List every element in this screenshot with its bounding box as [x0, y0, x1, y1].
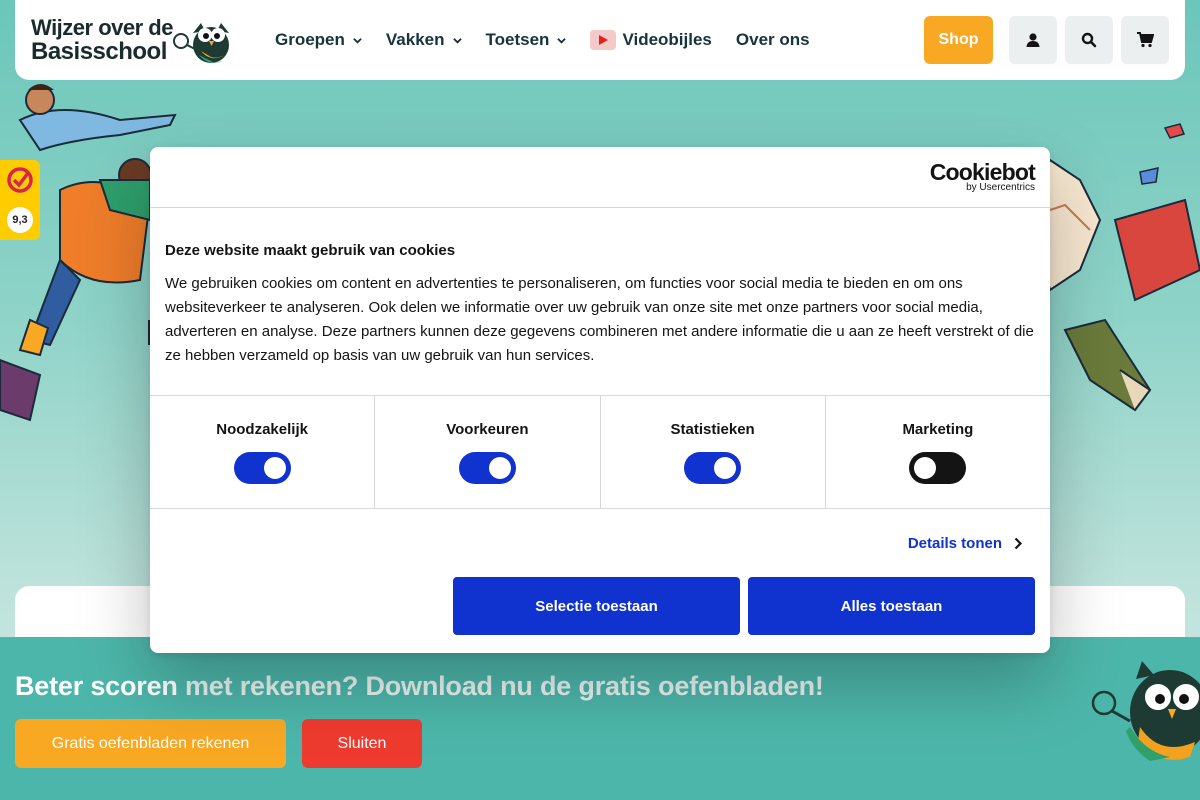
youtube-play-icon — [590, 30, 617, 50]
toggle-knob — [914, 457, 937, 479]
necessary-toggle[interactable] — [233, 452, 291, 484]
category-marketing: Marketing — [826, 396, 1050, 508]
cookiebot-brand: Cookiebot — [929, 159, 1036, 185]
nav-item-vakken[interactable]: Vakken — [386, 30, 462, 50]
category-necessary: Noodzakelijk — [150, 396, 376, 508]
chevron-down-icon — [452, 37, 462, 44]
promo-title-rest: met rekenen? Download nu de gratis oefen… — [177, 671, 824, 701]
nav-label: Videobijles — [622, 30, 712, 49]
nav-label: Groepen — [275, 30, 345, 49]
category-preferences: Voorkeuren — [375, 396, 601, 508]
show-details-link[interactable]: Details tonen — [908, 535, 1022, 552]
cookie-dialog-header: Cookiebot by Usercentrics — [150, 147, 1050, 208]
rating-score-value: 9,3 — [7, 207, 33, 233]
user-icon — [1026, 33, 1040, 47]
nav-label: Toetsen — [485, 30, 550, 49]
search-button[interactable] — [1065, 16, 1113, 64]
category-statistics: Statistieken — [601, 396, 826, 508]
cart-icon — [1137, 32, 1154, 48]
cookie-dialog-body: Deze website maakt gebruik van cookies W… — [150, 208, 1050, 396]
statistics-toggle[interactable] — [684, 452, 742, 484]
promo-title: Beter scoren met rekenen? Download nu de… — [15, 671, 824, 702]
cookie-category-toggles: Noodzakelijk Voorkeuren Statistieken Mar… — [150, 396, 1050, 509]
close-promo-button[interactable]: Sluiten — [302, 719, 422, 768]
chevron-down-icon — [353, 37, 362, 44]
promo-bar: Beter scoren met rekenen? Download nu de… — [0, 637, 1200, 800]
allow-selection-button[interactable]: Selectie toestaan — [453, 577, 740, 635]
download-worksheets-button[interactable]: Gratis oefenbladen rekenen — [15, 719, 286, 768]
nav-item-groepen[interactable]: Groepen — [275, 30, 362, 50]
category-label: Voorkeuren — [446, 421, 529, 438]
site-header: Wijzer over de Basisschool Groepen Vakke… — [15, 0, 1185, 80]
shop-button[interactable]: Shop — [924, 16, 993, 64]
category-label: Noodzakelijk — [216, 421, 308, 438]
show-details-label: Details tonen — [907, 534, 1002, 552]
details-row: Details tonen — [150, 509, 1050, 577]
cart-button[interactable] — [1121, 16, 1169, 64]
toggle-knob — [714, 457, 737, 479]
main-nav: Groepen Vakken Toetsen Videobijles Over … — [275, 30, 834, 50]
toggle-knob — [263, 457, 286, 479]
toggle-knob — [488, 457, 511, 479]
owl-logo-icon — [172, 23, 229, 63]
site-logo[interactable]: Wijzer over de Basisschool — [31, 15, 271, 65]
category-label: Statistieken — [670, 421, 755, 438]
rating-check-icon — [0, 160, 40, 200]
kiyoh-rating-widget[interactable]: 9,3 — [0, 160, 40, 240]
owl-mascot-icon — [1091, 661, 1200, 761]
account-button[interactable] — [1009, 16, 1057, 64]
marketing-toggle[interactable] — [909, 452, 967, 484]
cookiebot-logo[interactable]: Cookiebot by Usercentrics — [929, 159, 1036, 193]
logo-line-1: Wijzer over de — [31, 15, 173, 40]
cookie-heading: Deze website maakt gebruik van cookies — [165, 242, 456, 259]
category-label: Marketing — [902, 421, 974, 438]
logo-text: Wijzer over de Basisschool — [31, 16, 173, 64]
nav-item-over-ons[interactable]: Over ons — [736, 30, 810, 50]
search-icon — [1081, 32, 1097, 48]
nav-item-videobijles[interactable]: Videobijles — [590, 30, 712, 50]
rating-score: 9,3 — [0, 200, 40, 240]
cookie-action-buttons: Selectie toestaan Alles toestaan — [150, 577, 1050, 635]
chevron-right-icon — [1014, 537, 1022, 549]
promo-title-start: Beter scoren — [15, 671, 178, 701]
nav-label: Over ons — [735, 30, 810, 49]
logo-line-2: Basisschool — [31, 38, 167, 65]
nav-label: Vakken — [385, 30, 445, 49]
nav-item-toetsen[interactable]: Toetsen — [486, 30, 567, 50]
allow-all-button[interactable]: Alles toestaan — [748, 577, 1035, 635]
cookie-consent-dialog: Cookiebot by Usercentrics Deze website m… — [150, 147, 1050, 653]
preferences-toggle[interactable] — [458, 452, 516, 484]
cookie-description: We gebruiken cookies om content en adver… — [165, 275, 1034, 364]
header-actions: Shop — [924, 16, 1169, 64]
chevron-down-icon — [557, 37, 567, 44]
